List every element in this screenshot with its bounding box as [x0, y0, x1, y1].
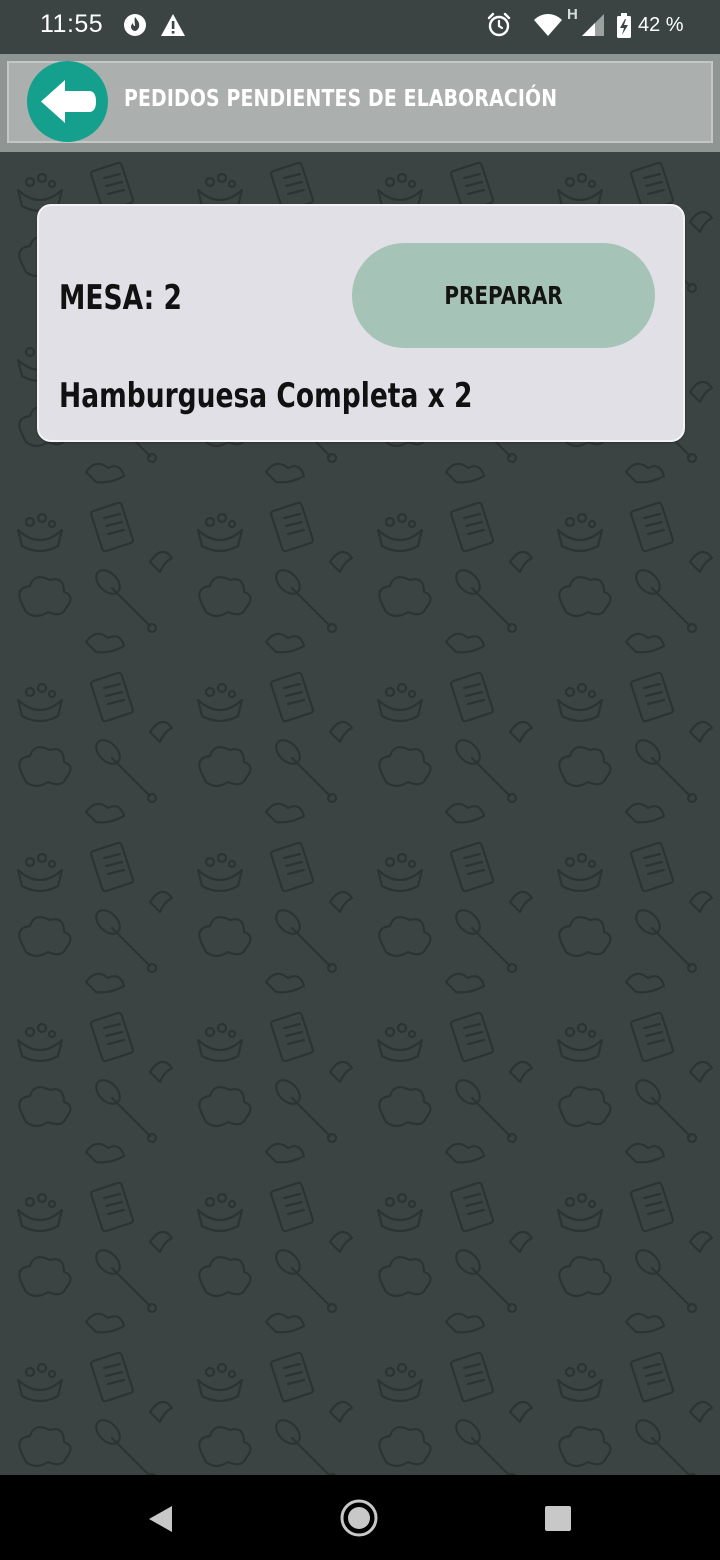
recents-square-icon[interactable]: [528, 1475, 588, 1560]
wifi-icon: [533, 12, 563, 38]
battery-percent: 42 %: [638, 14, 684, 36]
status-bar: 11:55 H 42 %: [0, 0, 720, 54]
network-type-label: H: [567, 6, 578, 23]
back-button[interactable]: [27, 61, 108, 142]
status-time: 11:55: [40, 10, 104, 38]
flame-icon: [122, 12, 148, 38]
warning-icon: [160, 12, 186, 38]
system-nav-bar: [0, 1475, 720, 1560]
back-triangle-icon[interactable]: [130, 1475, 190, 1560]
alarm-icon: [486, 12, 512, 38]
prepare-button[interactable]: PREPARAR: [352, 243, 655, 348]
home-circle-icon[interactable]: [329, 1475, 389, 1560]
arrow-left-icon: [41, 80, 96, 123]
page-title: PEDIDOS PENDIENTES DE ELABORACIÓN: [124, 86, 558, 112]
table-label: MESA: 2: [59, 278, 182, 318]
prepare-button-label: PREPARAR: [444, 281, 563, 310]
signal-icon: [580, 12, 606, 38]
battery-charging-icon: [615, 12, 633, 38]
order-item: Hamburguesa Completa x 2: [59, 376, 473, 416]
